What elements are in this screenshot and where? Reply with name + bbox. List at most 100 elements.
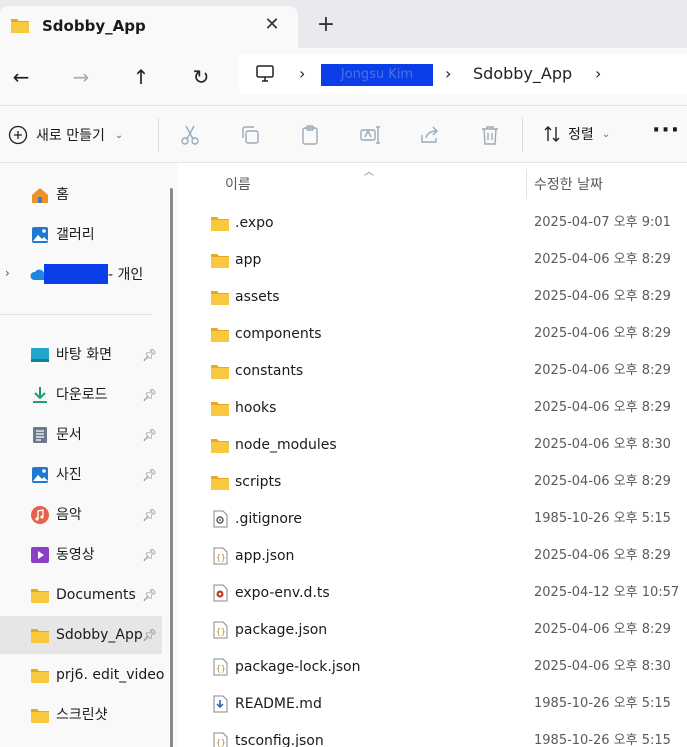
sidebar-item-gallery[interactable]: 갤러리: [0, 216, 162, 254]
file-name: app.json: [235, 548, 295, 564]
share-icon[interactable]: [418, 123, 442, 147]
pin-icon[interactable]: 📌︎: [142, 628, 157, 642]
file-row[interactable]: {} package-lock.json 2025-04-06 오후 8:30: [178, 649, 687, 686]
file-row[interactable]: constants 2025-04-06 오후 8:29: [178, 353, 687, 390]
file-row[interactable]: .expo 2025-04-07 오후 9:01: [178, 205, 687, 242]
folder-icon: [210, 214, 230, 232]
pin-icon[interactable]: 📌︎: [142, 468, 157, 482]
breadcrumb-current[interactable]: Sdobby_App: [473, 64, 572, 84]
back-button[interactable]: ←: [6, 62, 36, 92]
file-row[interactable]: README.md 1985-10-26 오후 5:15: [178, 686, 687, 723]
new-button[interactable]: 새로 만들기 ⌄: [8, 122, 123, 148]
sidebar-item-label: 사진: [56, 467, 82, 483]
file-row[interactable]: scripts 2025-04-06 오후 8:29: [178, 464, 687, 501]
file-name: hooks: [235, 400, 277, 416]
file-date: 2025-04-06 오후 8:29: [534, 622, 671, 637]
more-options-button[interactable]: ···: [652, 120, 680, 142]
delete-icon[interactable]: [478, 123, 502, 147]
navigation-bar: ← → ↑ ↻ › Jongsu Kim › Sdobby_App ›: [0, 48, 687, 105]
computer-icon[interactable]: [255, 65, 275, 87]
column-divider[interactable]: [526, 169, 527, 199]
sidebar-item-label: 갤러리: [56, 227, 95, 243]
file-row[interactable]: .gitignore 1985-10-26 오후 5:15: [178, 501, 687, 538]
breadcrumb-separator[interactable]: ›: [445, 64, 451, 84]
sidebar-item-label: Documents: [56, 587, 136, 603]
file-row[interactable]: node_modules 2025-04-06 오후 8:30: [178, 427, 687, 464]
chevron-right-icon[interactable]: ›: [5, 266, 10, 280]
sort-button[interactable]: 정렬 ⌄: [542, 124, 610, 144]
sidebar-item-prj6[interactable]: prj6. edit_video: [0, 656, 164, 694]
refresh-button[interactable]: ↻: [186, 62, 216, 92]
sidebar-item-documents[interactable]: 문서 📌︎: [0, 416, 162, 454]
file-date: 2025-04-06 오후 8:29: [534, 400, 671, 415]
sidebar-item-documents-folder[interactable]: Documents 📌︎: [0, 576, 162, 614]
typescript-file-icon: [210, 584, 230, 602]
file-row[interactable]: assets 2025-04-06 오후 8:29: [178, 279, 687, 316]
pin-icon[interactable]: 📌︎: [142, 508, 157, 522]
sidebar-item-pictures[interactable]: 사진 📌︎: [0, 456, 162, 494]
sidebar-item-label: 음악: [56, 507, 82, 523]
file-date: 1985-10-26 오후 5:15: [534, 696, 671, 711]
folder-icon: [210, 399, 230, 417]
breadcrumb-user[interactable]: Jongsu Kim: [321, 64, 433, 86]
new-tab-button[interactable]: +: [314, 12, 338, 38]
file-row[interactable]: {} tsconfig.json 1985-10-26 오후 5:15: [178, 723, 687, 747]
file-name: scripts: [235, 474, 282, 490]
pin-icon[interactable]: 📌︎: [142, 588, 157, 602]
folder-icon: [210, 436, 230, 454]
folder-icon: [210, 251, 230, 269]
up-button[interactable]: ↑: [126, 62, 156, 92]
address-bar[interactable]: › Jongsu Kim › Sdobby_App ›: [239, 54, 687, 94]
file-row[interactable]: app 2025-04-06 오후 8:29: [178, 242, 687, 279]
sidebar-item-onedrive[interactable]: › - 개인: [0, 256, 162, 294]
pin-icon[interactable]: 📌︎: [142, 548, 157, 562]
file-name: package-lock.json: [235, 659, 361, 675]
tab-sdobby-app[interactable]: Sdobby_App ✕: [0, 6, 298, 48]
file-row[interactable]: hooks 2025-04-06 오후 8:29: [178, 390, 687, 427]
file-row[interactable]: components 2025-04-06 오후 8:29: [178, 316, 687, 353]
sidebar-item-home[interactable]: 홈: [0, 176, 162, 214]
sidebar-item-label: 문서: [56, 427, 82, 443]
folder-icon: [10, 16, 30, 38]
sidebar-item-label: 바탕 화면: [56, 347, 112, 363]
sidebar-scrollbar[interactable]: [170, 188, 173, 747]
close-icon[interactable]: ✕: [262, 14, 282, 36]
column-header-date[interactable]: 수정한 날짜: [534, 174, 603, 194]
tab-bar: Sdobby_App ✕ +: [0, 0, 687, 48]
file-row[interactable]: {} package.json 2025-04-06 오후 8:29: [178, 612, 687, 649]
forward-button[interactable]: →: [66, 62, 96, 92]
cut-icon[interactable]: [178, 123, 202, 147]
navigation-pane: 홈 갤러리 › - 개인 바탕 화면 📌︎ 다운로드 📌︎ 문서 📌︎ 사진 📌…: [0, 163, 178, 747]
file-name: README.md: [235, 696, 322, 712]
paste-icon[interactable]: [298, 123, 322, 147]
sidebar-item-downloads[interactable]: 다운로드 📌︎: [0, 376, 162, 414]
sidebar-item-sdobby-app[interactable]: Sdobby_App 📌︎: [0, 616, 162, 654]
sidebar-item-desktop[interactable]: 바탕 화면 📌︎: [0, 336, 162, 374]
rename-icon[interactable]: [358, 123, 382, 147]
breadcrumb-separator[interactable]: ›: [299, 64, 305, 84]
pin-icon[interactable]: 📌︎: [142, 428, 157, 442]
file-row[interactable]: {} app.json 2025-04-06 오후 8:29: [178, 538, 687, 575]
pin-icon[interactable]: 📌︎: [142, 348, 157, 362]
plus-circle-icon: [8, 125, 28, 145]
sidebar-item-label: - 개인: [108, 267, 144, 283]
sidebar-item-music[interactable]: 음악 📌︎: [0, 496, 162, 534]
sidebar-item-label: 다운로드: [56, 387, 108, 403]
sidebar-item-screenshots[interactable]: 스크린샷: [0, 696, 162, 734]
file-row[interactable]: expo-env.d.ts 2025-04-12 오후 10:57: [178, 575, 687, 612]
gallery-icon: [32, 227, 48, 243]
sidebar-item-label: 동영상: [56, 547, 95, 563]
file-date: 2025-04-06 오후 8:29: [534, 548, 671, 563]
folder-icon: [31, 669, 49, 683]
column-header-name[interactable]: 이름: [225, 174, 251, 194]
json-file-icon: {}: [210, 621, 230, 639]
file-date: 2025-04-06 오후 8:29: [534, 289, 671, 304]
file-list: ︿ 이름 수정한 날짜 .expo 2025-04-07 오후 9:01 app 20…: [178, 163, 687, 747]
sidebar-item-videos[interactable]: 동영상 📌︎: [0, 536, 162, 574]
file-name: constants: [235, 363, 304, 379]
sort-label: 정렬: [568, 127, 594, 143]
pin-icon[interactable]: 📌︎: [142, 388, 157, 402]
file-date: 1985-10-26 오후 5:15: [534, 733, 671, 747]
breadcrumb-separator[interactable]: ›: [595, 64, 601, 84]
copy-icon[interactable]: [238, 123, 262, 147]
